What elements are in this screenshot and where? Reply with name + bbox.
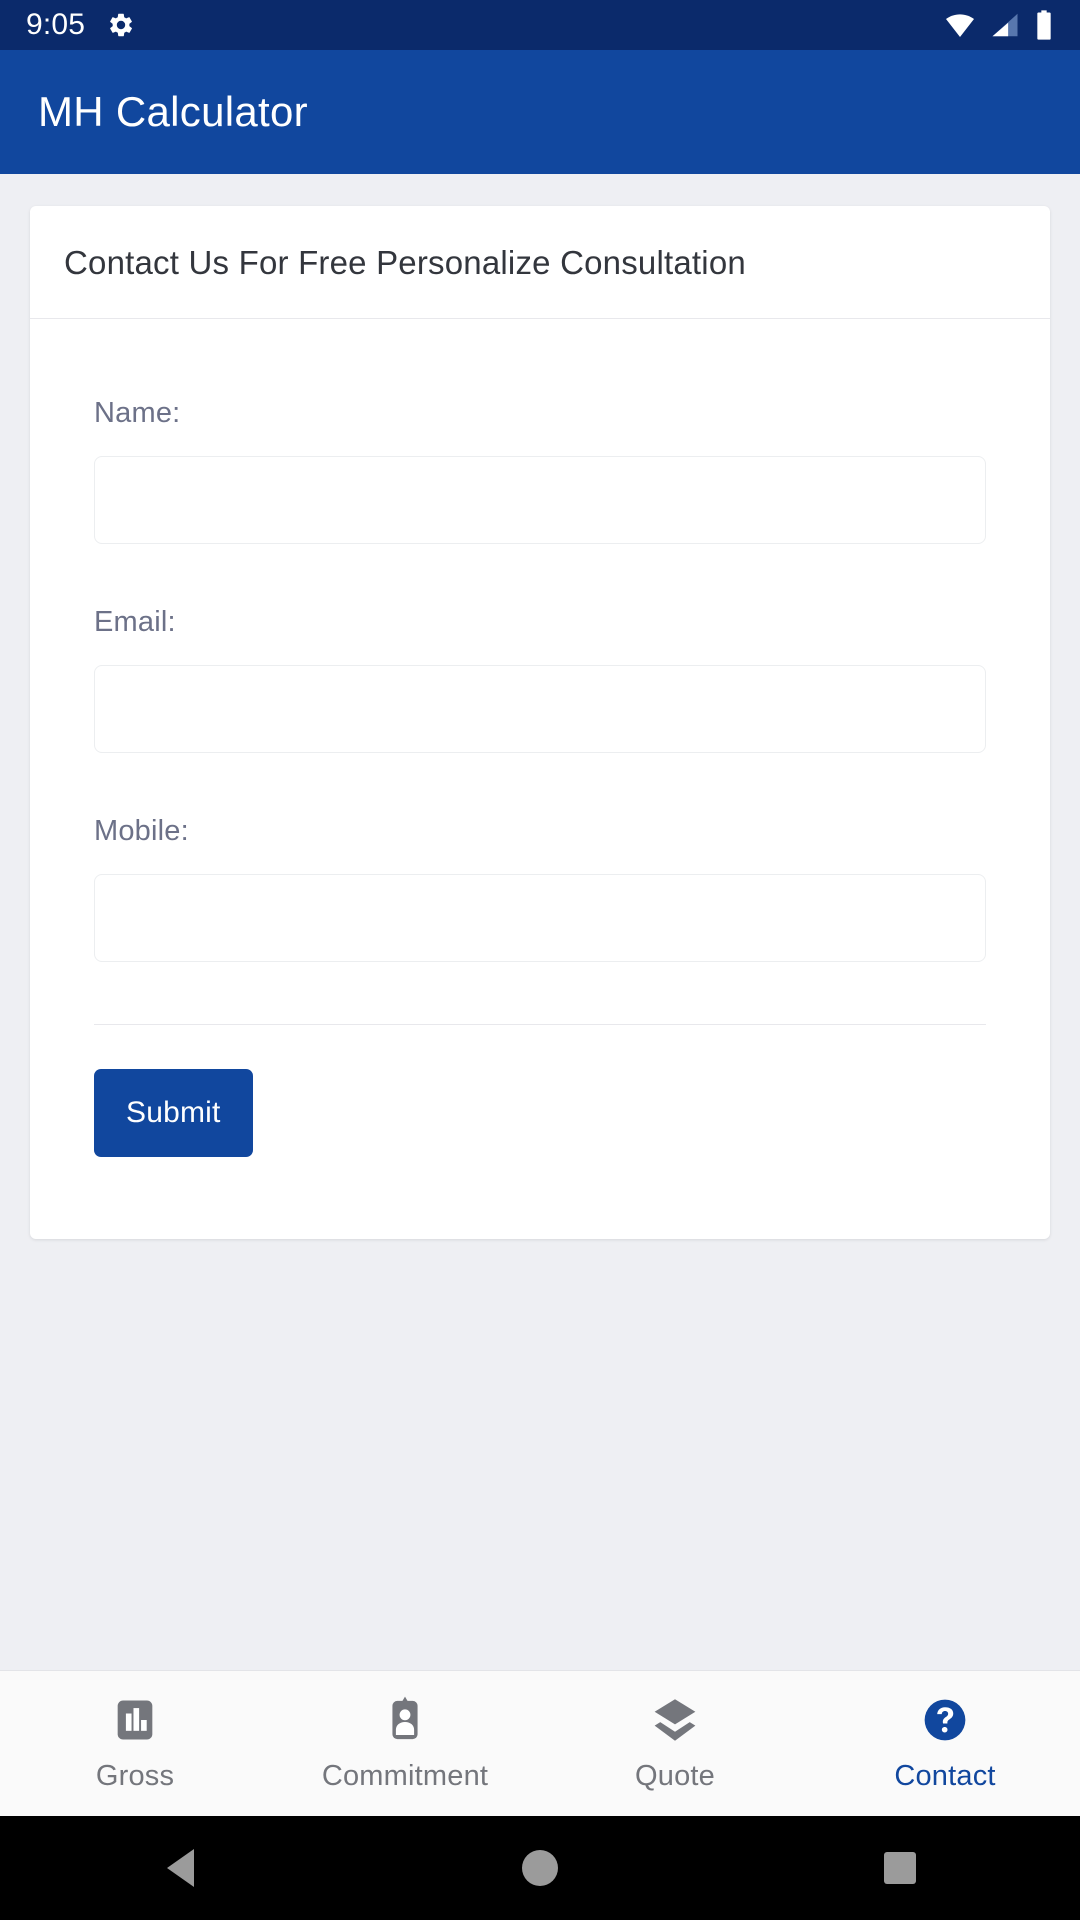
- email-input[interactable]: [94, 665, 986, 753]
- cell-signal-icon: [990, 10, 1020, 40]
- page-content: Contact Us For Free Personalize Consulta…: [0, 174, 1080, 1670]
- home-circle-icon: [522, 1850, 558, 1886]
- app-screen: 9:05 MH Calculator Contact Us For Free P…: [0, 0, 1080, 1920]
- submit-button[interactable]: Submit: [94, 1069, 253, 1157]
- mobile-input[interactable]: [94, 874, 986, 962]
- submit-row: Submit: [94, 1025, 986, 1239]
- app-title: MH Calculator: [38, 88, 308, 135]
- mobile-label: Mobile:: [94, 815, 189, 847]
- form-field-name: Name:: [94, 397, 986, 544]
- home-button[interactable]: [510, 1838, 570, 1898]
- wifi-icon: [944, 9, 976, 41]
- tab-label-gross: Gross: [95, 1760, 175, 1792]
- contact-form: Name: Email: Mobile: Submit: [30, 319, 1050, 1239]
- card-title: Contact Us For Free Personalize Consulta…: [64, 244, 746, 281]
- form-field-email: Email:: [94, 606, 986, 753]
- app-bar: MH Calculator: [0, 50, 1080, 174]
- card-header: Contact Us For Free Personalize Consulta…: [30, 206, 1050, 319]
- gear-icon: [107, 11, 135, 39]
- bar-chart-icon: [109, 1694, 161, 1746]
- status-bar-left: 9:05: [26, 10, 135, 40]
- contact-card: Contact Us For Free Personalize Consulta…: [30, 206, 1050, 1239]
- tab-label-quote: Quote: [635, 1760, 715, 1792]
- name-input[interactable]: [94, 456, 986, 544]
- form-field-mobile: Mobile:: [94, 815, 986, 962]
- bottom-tab-bar: Gross Commitment Quote Contact: [0, 1670, 1080, 1816]
- tab-gross[interactable]: Gross: [0, 1671, 270, 1816]
- id-badge-icon: [379, 1694, 431, 1746]
- back-triangle-icon: [166, 1849, 194, 1887]
- tab-contact[interactable]: Contact: [810, 1671, 1080, 1816]
- name-label: Name:: [94, 397, 181, 429]
- tab-quote[interactable]: Quote: [540, 1671, 810, 1816]
- email-label: Email:: [94, 606, 176, 638]
- status-bar-right: [944, 9, 1054, 41]
- recents-button[interactable]: [870, 1838, 930, 1898]
- tab-label-commitment: Commitment: [321, 1760, 489, 1792]
- status-bar: 9:05: [0, 0, 1080, 50]
- layers-icon: [649, 1694, 701, 1746]
- android-nav-bar: [0, 1816, 1080, 1920]
- back-button[interactable]: [150, 1838, 210, 1898]
- tab-commitment[interactable]: Commitment: [270, 1671, 540, 1816]
- tab-label-contact: Contact: [894, 1760, 996, 1792]
- status-time: 9:05: [26, 8, 86, 41]
- help-circle-icon: [919, 1694, 971, 1746]
- battery-icon: [1034, 9, 1054, 41]
- recents-square-icon: [884, 1852, 916, 1884]
